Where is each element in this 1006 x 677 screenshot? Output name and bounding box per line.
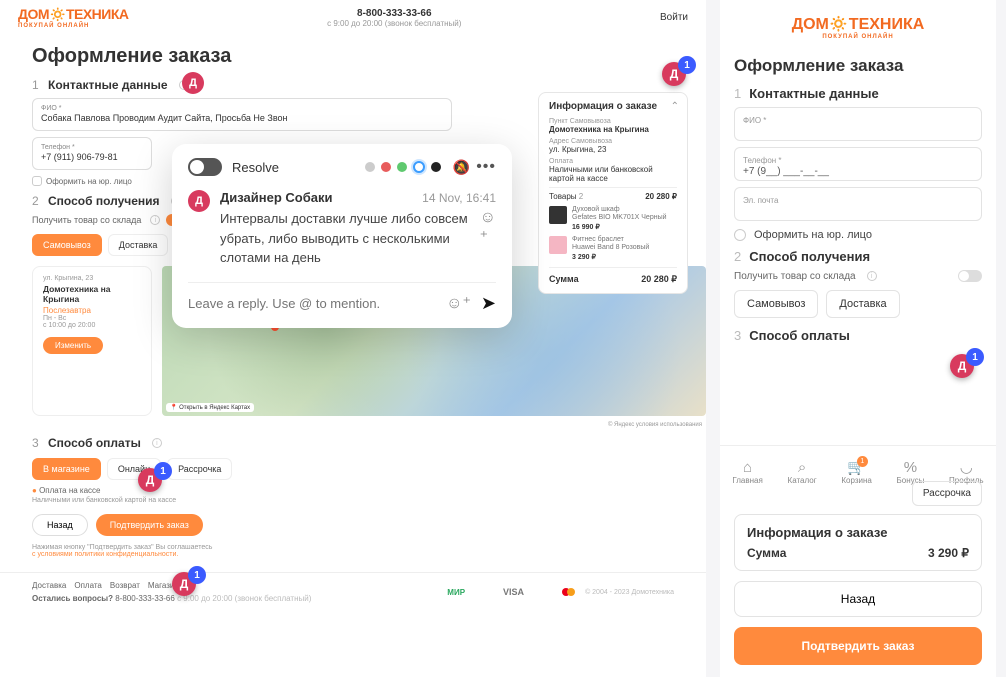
comment-text: Интервалы доставки лучше либо совсем убр… (220, 209, 472, 268)
color-dot-green[interactable] (397, 162, 407, 172)
order-summary: Информация о заказе Сумма3 290 ₽ (734, 514, 982, 571)
page-title: Оформление заказа (32, 45, 706, 68)
fio-field[interactable]: ФИО * (734, 107, 982, 141)
reply-input[interactable] (188, 296, 436, 311)
info-icon[interactable]: i (152, 438, 162, 448)
back-button[interactable]: Назад (734, 581, 982, 617)
pay-note-desc: Наличными или банковской картой на кассе (32, 497, 176, 504)
legal-link[interactable]: с условиями политики конфиденциальности. (32, 551, 178, 558)
annotation-count: 1 (966, 348, 984, 366)
step-title: Контактные данные (48, 78, 168, 92)
visa-icon: VISA (503, 587, 524, 597)
avatar: Д (188, 190, 210, 212)
search-icon: ⌕ (788, 459, 817, 476)
more-icon[interactable]: ••• (476, 158, 496, 176)
copyright: © 2004 - 2023 Домотехника (585, 589, 674, 596)
legal-radio[interactable] (734, 229, 746, 241)
react-icon[interactable]: ☺⁺ (480, 209, 496, 247)
order-summary: ⌃ Информация о заказе Пункт Самовывоза Д… (538, 92, 688, 294)
color-dot-blue[interactable] (413, 161, 425, 173)
tab-delivery[interactable]: Доставка (108, 234, 169, 256)
profile-icon: ◡ (949, 458, 984, 476)
email-field[interactable]: Эл. почта (734, 187, 982, 221)
back-button[interactable]: Назад (32, 514, 88, 536)
pickup-card: ул. Крыгина, 23 Домотехника на Крыгина П… (32, 266, 152, 416)
legal-checkbox-label: Оформить на юр. лицо (46, 177, 132, 186)
comment-popup: Resolve 🔕 ••• Д Дизайнер Собаки 14 Nov, … (172, 144, 512, 328)
logo[interactable]: ДОМ🔅ТЕХНИКАПОКУПАЙ ОНЛАЙН (18, 6, 129, 29)
legal-checkbox[interactable] (32, 176, 42, 186)
color-dot-grey[interactable] (365, 162, 375, 172)
map-attribution: © Яндекс условия использования (608, 422, 702, 428)
tab-pay-store[interactable]: В магазине (32, 458, 101, 480)
info-icon[interactable]: i (867, 271, 877, 281)
info-icon[interactable]: i (150, 215, 160, 225)
submit-button[interactable]: Подтвердить заказ (734, 627, 982, 665)
product-thumb (549, 206, 567, 224)
header-hours: с 9:00 до 20:00 (звонок бесплатный) (129, 19, 661, 28)
tab-pickup[interactable]: Самовывоз (32, 234, 102, 256)
annotation-count: 1 (154, 462, 172, 480)
bell-off-icon[interactable]: 🔕 (453, 159, 470, 176)
mastercard-icon (562, 588, 575, 596)
tab-delivery[interactable]: Доставка (826, 290, 899, 318)
phone-field[interactable]: Телефон * +7 (911) 906-79-81 (32, 137, 152, 170)
annotation-badge[interactable]: Д (182, 72, 204, 94)
pay-note-title: Оплата на кассе (39, 486, 100, 495)
change-button[interactable]: Изменить (43, 337, 103, 354)
stock-toggle[interactable] (958, 270, 982, 282)
home-icon: ⌂ (732, 459, 762, 476)
resolve-label: Resolve (232, 160, 279, 175)
map-open-link[interactable]: 📍 Открыть в Яндекс Картах (166, 403, 254, 412)
send-icon[interactable]: ➤ (481, 293, 496, 314)
legal-text: Нажимая кнопку "Подтвердить заказ" Вы со… (32, 544, 212, 551)
login-link[interactable]: Войти (660, 12, 688, 23)
tab-pickup[interactable]: Самовывоз (734, 290, 818, 318)
step-number: 1 (32, 78, 40, 92)
emoji-icon[interactable]: ☺⁺ (446, 293, 471, 313)
product-thumb (549, 236, 567, 254)
resolve-toggle[interactable] (188, 158, 222, 176)
comment-date: 14 Nov, 16:41 (422, 191, 496, 205)
tab-pay-installment[interactable]: Рассрочка (167, 458, 232, 480)
submit-button[interactable]: Подтвердить заказ (96, 514, 203, 536)
color-dot-black[interactable] (431, 162, 441, 172)
stock-toggle-label: Получить товар со склада (32, 215, 141, 225)
chevron-up-icon[interactable]: ⌃ (671, 101, 679, 112)
page-title: Оформление заказа (734, 56, 996, 76)
annotation-count: 1 (678, 56, 696, 74)
color-dot-red[interactable] (381, 162, 391, 172)
percent-icon: % (897, 459, 925, 476)
phone-field[interactable]: Телефон *+7 (9__) ___-__-__ (734, 147, 982, 181)
tab-pay-installment[interactable]: Рассрочка (912, 481, 982, 506)
fio-field[interactable]: ФИО * Собака Павлова Проводим Аудит Сайт… (32, 98, 452, 131)
logo[interactable]: ДОМ🔅ТЕХНИКАПОКУПАЙ ОНЛАЙН (720, 0, 996, 44)
comment-author: Дизайнер Собаки (220, 190, 333, 205)
header-phone: 8-800-333-33-66 (129, 8, 661, 19)
mir-icon: МИР (447, 588, 465, 597)
annotation-count: 1 (188, 566, 206, 584)
